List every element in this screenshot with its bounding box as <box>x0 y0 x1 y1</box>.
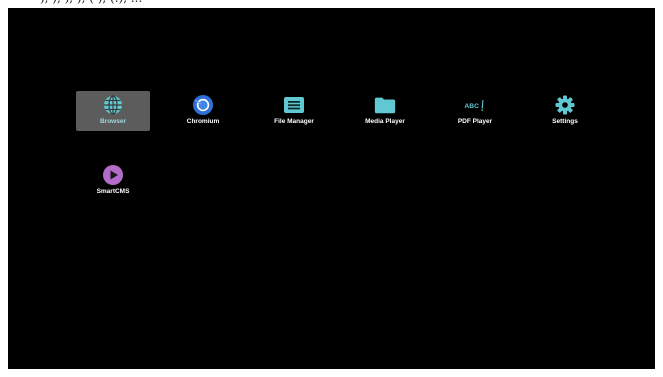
gear-icon <box>553 94 577 116</box>
globe-icon <box>101 94 125 116</box>
app-browser[interactable]: Browser <box>76 91 150 131</box>
top-text-fragment: ), ), ), ), ( ), (.), ... <box>40 0 142 5</box>
app-label: File Manager <box>274 118 314 125</box>
app-file-manager[interactable]: File Manager <box>257 91 331 131</box>
chromium-icon <box>191 94 215 116</box>
app-label: PDF Player <box>457 118 493 125</box>
app-label: Browser <box>99 118 126 125</box>
app-smartcms[interactable]: SmartCMS <box>76 161 150 201</box>
app-chromium[interactable]: Chromium <box>166 91 240 131</box>
app-media-player[interactable]: Media Player <box>348 91 422 131</box>
app-label: Media Player <box>365 118 405 125</box>
app-label: SmartCMS <box>96 188 130 195</box>
app-pdf-player[interactable]: ABC PDF Player <box>438 91 512 131</box>
play-icon <box>101 164 125 186</box>
abc-text: ABC <box>464 103 479 110</box>
top-edge-strip: ), ), ), ), ( ), (.), ... <box>0 0 663 8</box>
launcher-screen: Browser Chromium File Manager Media Play… <box>8 8 655 369</box>
app-settings[interactable]: Settings <box>528 91 602 131</box>
abc-text-icon: ABC <box>463 94 487 116</box>
app-label: Settings <box>552 118 578 125</box>
app-label: Chromium <box>186 118 220 125</box>
file-manager-icon <box>282 94 306 116</box>
folder-icon <box>373 94 397 116</box>
